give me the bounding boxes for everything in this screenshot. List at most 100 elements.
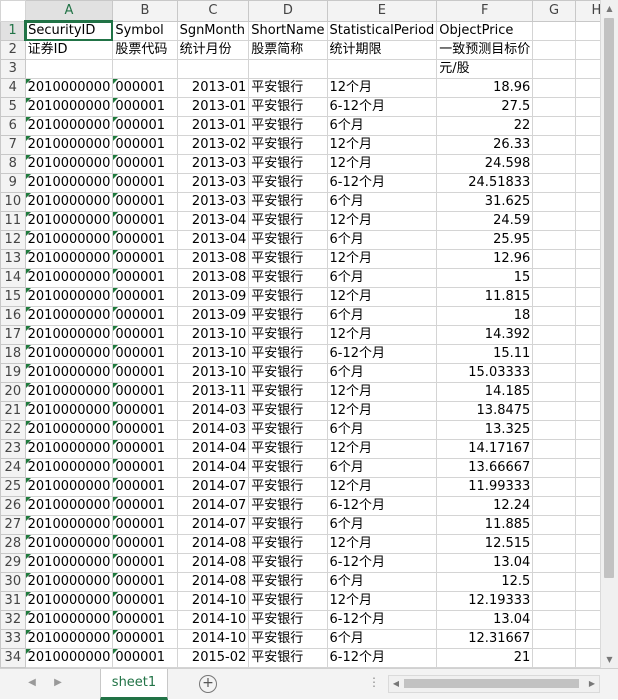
cell-G7[interactable] bbox=[532, 135, 576, 155]
cell-A3[interactable] bbox=[24, 59, 114, 79]
cell-B15[interactable]: 000001 bbox=[112, 287, 178, 307]
cell-E32[interactable]: 6-12个月 bbox=[326, 610, 438, 630]
cell-F9[interactable]: 24.51833 bbox=[436, 173, 534, 193]
cell-E21[interactable]: 12个月 bbox=[326, 401, 438, 421]
scroll-up-icon[interactable]: ▲ bbox=[601, 0, 618, 17]
row-header[interactable]: 10 bbox=[0, 192, 26, 212]
column-header-f[interactable]: F bbox=[436, 0, 534, 22]
cell-C20[interactable]: 2013-11 bbox=[176, 382, 250, 402]
cell-F22[interactable]: 13.325 bbox=[436, 420, 534, 440]
cell-D14[interactable]: 平安银行 bbox=[248, 268, 328, 288]
sheet-tab-sheet1[interactable]: sheet1 bbox=[100, 669, 168, 700]
cell-A10[interactable]: 2010000000 bbox=[24, 192, 114, 212]
cell-F28[interactable]: 12.515 bbox=[436, 534, 534, 554]
cell-A13[interactable]: 2010000000 bbox=[24, 249, 114, 269]
cell-C3[interactable] bbox=[176, 59, 250, 79]
cell-A18[interactable]: 2010000000 bbox=[24, 344, 114, 364]
row-header[interactable]: 25 bbox=[0, 477, 26, 497]
cell-D10[interactable]: 平安银行 bbox=[248, 192, 328, 212]
cell-C23[interactable]: 2014-04 bbox=[176, 439, 250, 459]
cell-G30[interactable] bbox=[532, 572, 576, 592]
cell-G4[interactable] bbox=[532, 78, 576, 98]
column-header-d[interactable]: D bbox=[248, 0, 328, 22]
row-header[interactable]: 8 bbox=[0, 154, 26, 174]
cell-C13[interactable]: 2013-08 bbox=[176, 249, 250, 269]
cell-E24[interactable]: 6个月 bbox=[326, 458, 438, 478]
cell-G2[interactable] bbox=[532, 40, 576, 60]
cell-D32[interactable]: 平安银行 bbox=[248, 610, 328, 630]
cell-A1[interactable]: SecurityID bbox=[24, 20, 114, 41]
cell-C16[interactable]: 2013-09 bbox=[176, 306, 250, 326]
row-header[interactable]: 15 bbox=[0, 287, 26, 307]
cell-F8[interactable]: 24.598 bbox=[436, 154, 534, 174]
cell-D2[interactable]: 股票简称 bbox=[248, 40, 328, 60]
cell-E8[interactable]: 12个月 bbox=[326, 154, 438, 174]
cell-A5[interactable]: 2010000000 bbox=[24, 97, 114, 117]
cell-D8[interactable]: 平安银行 bbox=[248, 154, 328, 174]
row-header[interactable]: 17 bbox=[0, 325, 26, 345]
cell-A31[interactable]: 2010000000 bbox=[24, 591, 114, 611]
cell-E15[interactable]: 12个月 bbox=[326, 287, 438, 307]
cell-F24[interactable]: 13.66667 bbox=[436, 458, 534, 478]
cell-B1[interactable]: Symbol bbox=[112, 20, 178, 41]
cell-F1[interactable]: ObjectPrice bbox=[436, 20, 534, 41]
cell-B22[interactable]: 000001 bbox=[112, 420, 178, 440]
cell-A2[interactable]: 证券ID bbox=[24, 40, 114, 60]
column-header-b[interactable]: B bbox=[112, 0, 178, 22]
cell-A16[interactable]: 2010000000 bbox=[24, 306, 114, 326]
row-header[interactable]: 11 bbox=[0, 211, 26, 231]
cell-G22[interactable] bbox=[532, 420, 576, 440]
cell-B10[interactable]: 000001 bbox=[112, 192, 178, 212]
cell-E25[interactable]: 12个月 bbox=[326, 477, 438, 497]
cell-C27[interactable]: 2014-07 bbox=[176, 515, 250, 535]
cell-D20[interactable]: 平安银行 bbox=[248, 382, 328, 402]
cell-A17[interactable]: 2010000000 bbox=[24, 325, 114, 345]
cell-D19[interactable]: 平安银行 bbox=[248, 363, 328, 383]
row-header[interactable]: 32 bbox=[0, 610, 26, 630]
cell-C26[interactable]: 2014-07 bbox=[176, 496, 250, 516]
cell-E4[interactable]: 12个月 bbox=[326, 78, 438, 98]
cell-E26[interactable]: 6-12个月 bbox=[326, 496, 438, 516]
cell-E28[interactable]: 12个月 bbox=[326, 534, 438, 554]
cell-C21[interactable]: 2014-03 bbox=[176, 401, 250, 421]
cell-B30[interactable]: 000001 bbox=[112, 572, 178, 592]
cell-G14[interactable] bbox=[532, 268, 576, 288]
row-header[interactable]: 29 bbox=[0, 553, 26, 573]
row-header[interactable]: 26 bbox=[0, 496, 26, 516]
cell-E12[interactable]: 6个月 bbox=[326, 230, 438, 250]
cell-A30[interactable]: 2010000000 bbox=[24, 572, 114, 592]
tab-split-handle-icon[interactable]: ⋮ bbox=[368, 675, 380, 689]
cell-table[interactable]: ABCDEFGH 1 SecurityID Symbol SgnMonth Sh… bbox=[0, 0, 618, 668]
cell-G18[interactable] bbox=[532, 344, 576, 364]
cell-C11[interactable]: 2013-04 bbox=[176, 211, 250, 231]
cell-C33[interactable]: 2014-10 bbox=[176, 629, 250, 649]
cell-G33[interactable] bbox=[532, 629, 576, 649]
cell-G9[interactable] bbox=[532, 173, 576, 193]
cell-C31[interactable]: 2014-10 bbox=[176, 591, 250, 611]
cell-B24[interactable]: 000001 bbox=[112, 458, 178, 478]
cell-F25[interactable]: 11.99333 bbox=[436, 477, 534, 497]
cell-G6[interactable] bbox=[532, 116, 576, 136]
cell-B11[interactable]: 000001 bbox=[112, 211, 178, 231]
cell-E23[interactable]: 12个月 bbox=[326, 439, 438, 459]
cell-B29[interactable]: 000001 bbox=[112, 553, 178, 573]
cell-D30[interactable]: 平安银行 bbox=[248, 572, 328, 592]
cell-F5[interactable]: 27.5 bbox=[436, 97, 534, 117]
cell-G15[interactable] bbox=[532, 287, 576, 307]
cell-B32[interactable]: 000001 bbox=[112, 610, 178, 630]
cell-F30[interactable]: 12.5 bbox=[436, 572, 534, 592]
cell-D22[interactable]: 平安银行 bbox=[248, 420, 328, 440]
row-header[interactable]: 23 bbox=[0, 439, 26, 459]
cell-E10[interactable]: 6个月 bbox=[326, 192, 438, 212]
cell-F19[interactable]: 15.03333 bbox=[436, 363, 534, 383]
cell-C24[interactable]: 2014-04 bbox=[176, 458, 250, 478]
cell-D27[interactable]: 平安银行 bbox=[248, 515, 328, 535]
cell-C7[interactable]: 2013-02 bbox=[176, 135, 250, 155]
cell-G24[interactable] bbox=[532, 458, 576, 478]
cell-C5[interactable]: 2013-01 bbox=[176, 97, 250, 117]
cell-D9[interactable]: 平安银行 bbox=[248, 173, 328, 193]
cell-D7[interactable]: 平安银行 bbox=[248, 135, 328, 155]
horizontal-scroll-thumb[interactable] bbox=[404, 679, 579, 688]
cell-D1[interactable]: ShortName bbox=[248, 20, 328, 41]
cell-D3[interactable] bbox=[248, 59, 328, 79]
